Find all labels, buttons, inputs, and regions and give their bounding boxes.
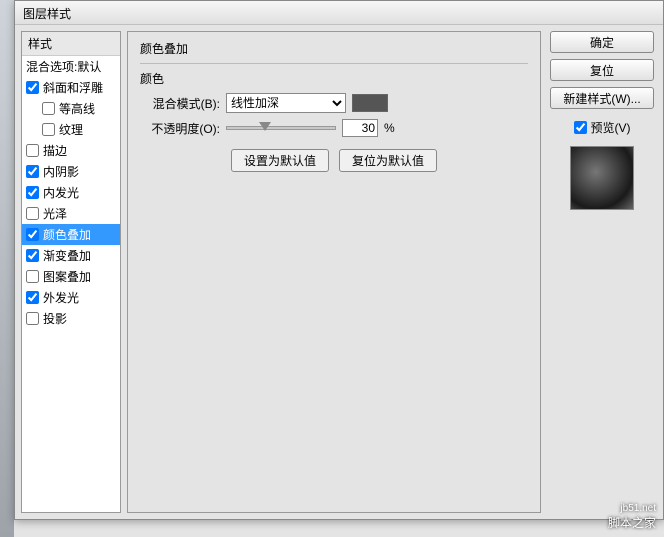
- sidebar-item-10[interactable]: 外发光: [22, 287, 120, 308]
- sidebar-item-9[interactable]: 图案叠加: [22, 266, 120, 287]
- sidebar-item-6[interactable]: 光泽: [22, 203, 120, 224]
- sidebar-item-label: 内阴影: [43, 163, 79, 180]
- sidebar-item-label: 等高线: [59, 100, 95, 117]
- sidebar-checkbox[interactable]: [26, 144, 39, 157]
- preview-checkbox[interactable]: [574, 121, 587, 134]
- styles-sidebar: 样式 混合选项:默认 斜面和浮雕等高线纹理描边内阴影内发光光泽颜色叠加渐变叠加图…: [21, 31, 121, 513]
- sidebar-item-label: 纹理: [59, 121, 83, 138]
- sidebar-item-label: 外发光: [43, 289, 79, 306]
- sidebar-item-label: 描边: [43, 142, 67, 159]
- sidebar-item-0[interactable]: 斜面和浮雕: [22, 77, 120, 98]
- sidebar-item-11[interactable]: 投影: [22, 308, 120, 329]
- sidebar-item-2[interactable]: 纹理: [22, 119, 120, 140]
- sidebar-item-7[interactable]: 颜色叠加: [22, 224, 120, 245]
- sidebar-item-label: 投影: [43, 310, 67, 327]
- opacity-slider[interactable]: [226, 126, 336, 130]
- sidebar-item-3[interactable]: 描边: [22, 140, 120, 161]
- sidebar-checkbox[interactable]: [26, 186, 39, 199]
- sidebar-checkbox[interactable]: [26, 249, 39, 262]
- sidebar-item-1[interactable]: 等高线: [22, 98, 120, 119]
- watermark: jb51.net 脚本之家: [608, 503, 656, 531]
- sidebar-checkbox[interactable]: [26, 207, 39, 220]
- blend-mode-label: 混合模式(B):: [140, 95, 220, 112]
- slider-thumb-icon[interactable]: [259, 122, 271, 131]
- preview-label: 预览(V): [591, 119, 631, 136]
- sidebar-checkbox[interactable]: [26, 270, 39, 283]
- sidebar-item-5[interactable]: 内发光: [22, 182, 120, 203]
- opacity-unit: %: [384, 121, 395, 135]
- right-panel: 确定 复位 新建样式(W)... 预览(V): [547, 31, 657, 513]
- sidebar-checkbox[interactable]: [26, 228, 39, 241]
- preview-checkbox-row[interactable]: 预览(V): [574, 119, 631, 136]
- sidebar-item-label: 斜面和浮雕: [43, 79, 103, 96]
- sidebar-item-label: 图案叠加: [43, 268, 91, 285]
- sidebar-item-label: 颜色叠加: [43, 226, 91, 243]
- ok-button[interactable]: 确定: [550, 31, 654, 53]
- sidebar-item-label: 光泽: [43, 205, 67, 222]
- set-default-button[interactable]: 设置为默认值: [231, 149, 329, 172]
- reset-default-button[interactable]: 复位为默认值: [339, 149, 437, 172]
- watermark-url: jb51.net: [608, 503, 656, 514]
- opacity-input[interactable]: [342, 119, 378, 137]
- sidebar-checkbox[interactable]: [42, 102, 55, 115]
- group-title: 颜色叠加: [140, 40, 528, 57]
- opacity-label: 不透明度(O):: [140, 120, 220, 137]
- sidebar-item-label: 混合选项:默认: [26, 58, 101, 75]
- sidebar-item-8[interactable]: 渐变叠加: [22, 245, 120, 266]
- sidebar-checkbox[interactable]: [42, 123, 55, 136]
- sidebar-item-4[interactable]: 内阴影: [22, 161, 120, 182]
- sidebar-checkbox[interactable]: [26, 312, 39, 325]
- color-swatch[interactable]: [352, 94, 388, 112]
- preview-thumbnail: [570, 146, 634, 210]
- titlebar[interactable]: 图层样式: [15, 1, 663, 25]
- new-style-button[interactable]: 新建样式(W)...: [550, 87, 654, 109]
- main-panel: 颜色叠加 颜色 混合模式(B): 线性加深 不透明度(O): %: [127, 31, 541, 513]
- cancel-button[interactable]: 复位: [550, 59, 654, 81]
- sidebar-item-label: 内发光: [43, 184, 79, 201]
- sidebar-checkbox[interactable]: [26, 291, 39, 304]
- window-title: 图层样式: [23, 7, 71, 21]
- sidebar-checkbox[interactable]: [26, 165, 39, 178]
- watermark-site: 脚本之家: [608, 516, 656, 530]
- sidebar-header: 样式: [22, 32, 120, 56]
- sidebar-blending-options[interactable]: 混合选项:默认: [22, 56, 120, 77]
- sidebar-item-label: 渐变叠加: [43, 247, 91, 264]
- blend-mode-select[interactable]: 线性加深: [226, 93, 346, 113]
- subgroup-title: 颜色: [140, 70, 528, 87]
- layer-style-dialog: 图层样式 样式 混合选项:默认 斜面和浮雕等高线纹理描边内阴影内发光光泽颜色叠加…: [14, 0, 664, 520]
- sidebar-checkbox[interactable]: [26, 81, 39, 94]
